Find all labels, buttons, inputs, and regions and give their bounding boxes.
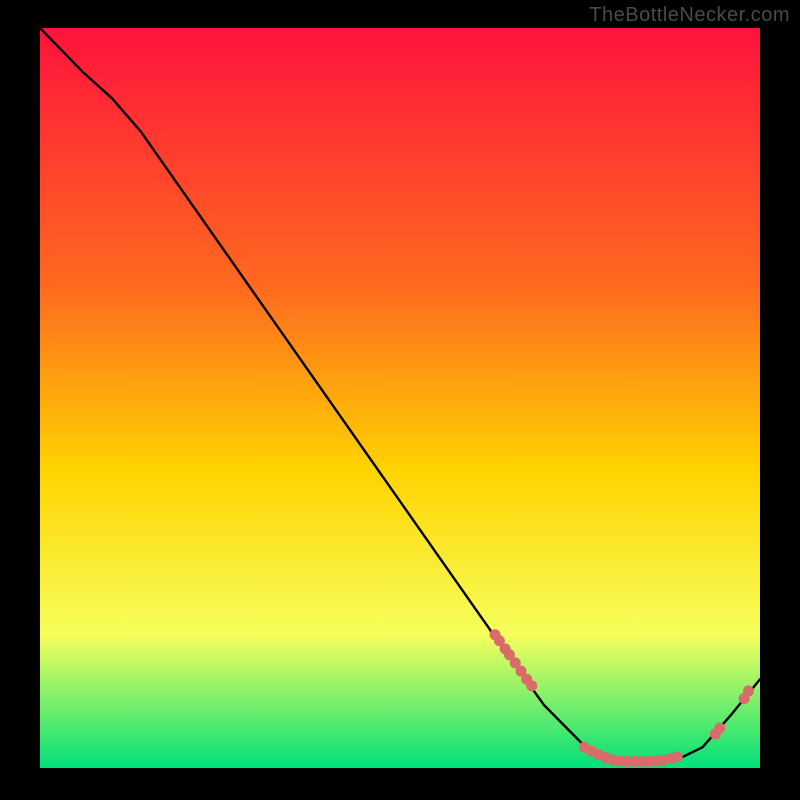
- data-marker: [743, 686, 754, 697]
- chart-stage: TheBottleNecker.com: [0, 0, 800, 800]
- watermark-text: TheBottleNecker.com: [589, 4, 790, 27]
- plot-area: [40, 28, 760, 768]
- data-marker: [672, 751, 683, 762]
- gradient-background: [40, 28, 760, 768]
- data-marker: [714, 723, 725, 734]
- bottleneck-curve-chart: [40, 28, 760, 768]
- data-marker: [526, 680, 537, 691]
